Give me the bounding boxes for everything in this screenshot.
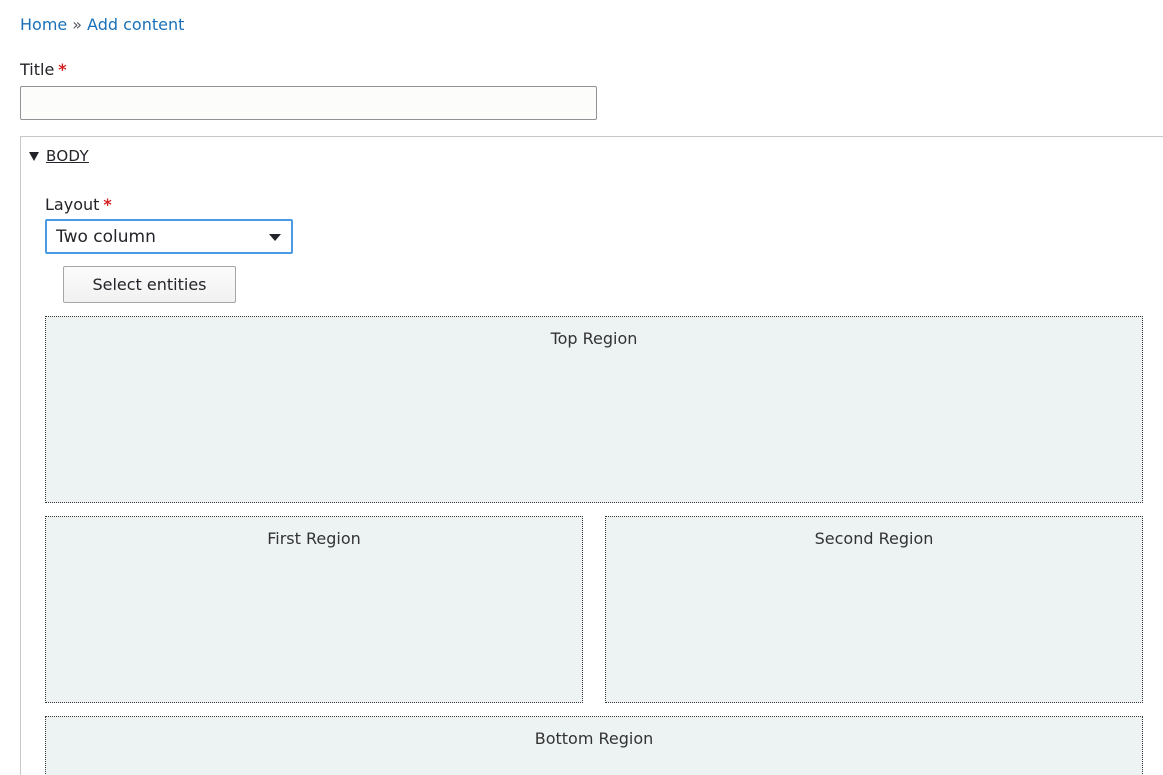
title-label-text: Title [20,60,55,79]
title-required-marker: * [58,60,67,79]
layout-select-value: Two column [56,226,156,247]
layout-label: Layout * [45,194,112,216]
layout-required-marker: * [103,195,112,214]
bottom-region-label: Bottom Region [534,729,654,748]
second-region[interactable]: Second Region [605,516,1143,703]
layout-select[interactable]: Two column [45,219,293,254]
select-entities-button[interactable]: Select entities [63,266,236,303]
title-label: Title * [20,59,67,81]
first-region[interactable]: First Region [45,516,583,703]
add-content-page: Home» Add content Title * BODY Layout * Two… [0,0,1163,775]
breadcrumb-add-content-link[interactable]: Add content [87,15,184,34]
triangle-down-icon [29,151,39,161]
body-summary-toggle[interactable]: BODY [29,145,89,167]
bottom-region[interactable]: Bottom Region [45,716,1143,775]
top-region-label: Top Region [550,329,638,348]
second-region-label: Second Region [814,529,934,548]
caret-down-icon [269,234,281,241]
body-summary-label: BODY [46,147,89,165]
breadcrumb: Home » Add content [20,14,184,36]
title-input[interactable] [20,86,597,120]
breadcrumb-home-link[interactable]: Home [20,15,67,34]
layout-label-text: Layout [45,195,100,214]
first-region-label: First Region [267,529,361,548]
top-region[interactable]: Top Region [45,316,1143,503]
breadcrumb-separator: » [72,15,83,34]
